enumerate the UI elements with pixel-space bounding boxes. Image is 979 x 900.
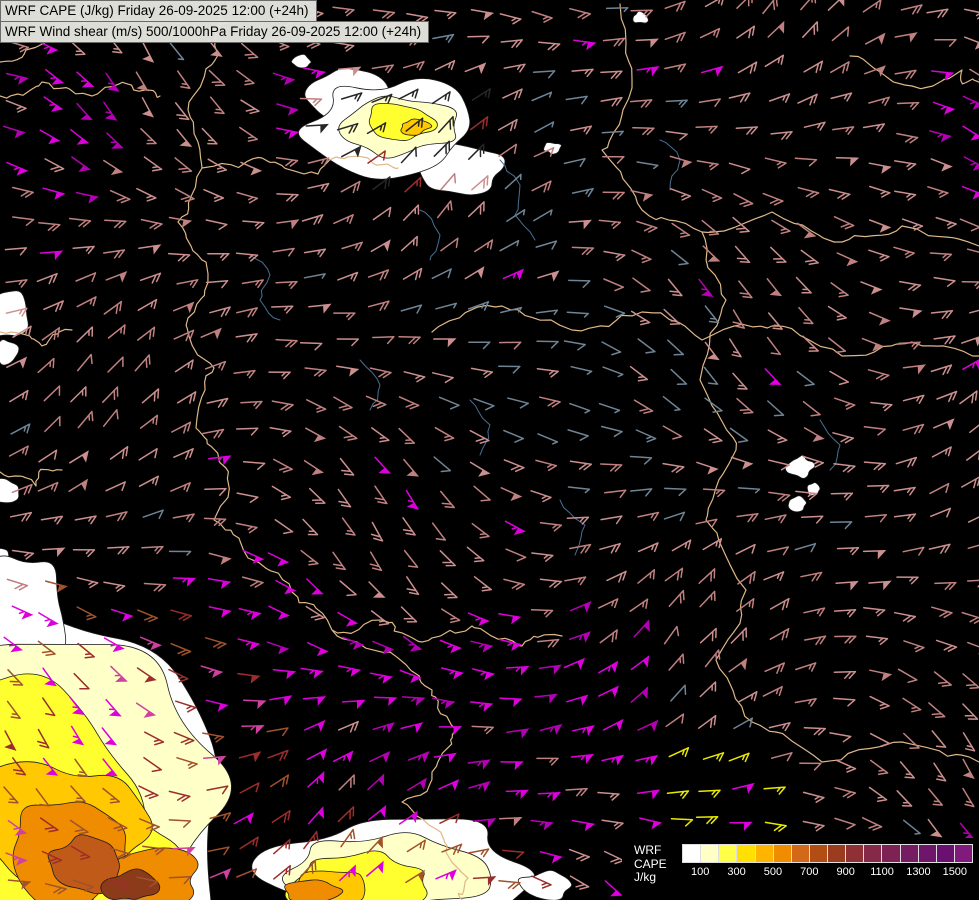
legend-tick-label: 100 bbox=[691, 866, 709, 878]
legend-tick-label: 1100 bbox=[870, 866, 894, 878]
legend-param-label: CAPE bbox=[634, 858, 672, 872]
legend-swatch bbox=[954, 844, 973, 863]
legend-tick-label: 700 bbox=[800, 866, 818, 878]
legend-swatch bbox=[755, 844, 774, 863]
legend-colorbar bbox=[682, 844, 973, 863]
legend-swatch bbox=[773, 844, 792, 863]
cape-legend: WRF CAPE J/kg 100 300 500 700 900 1100 1300 150… bbox=[622, 838, 979, 900]
legend-swatch bbox=[900, 844, 919, 863]
legend-swatch bbox=[718, 844, 737, 863]
legend-tick-label: 1500 bbox=[943, 866, 967, 878]
legend-swatch bbox=[700, 844, 719, 863]
legend-swatch bbox=[918, 844, 937, 863]
legend-unit-label: J/kg bbox=[634, 871, 672, 885]
legend-model-label: WRF bbox=[634, 844, 672, 858]
legend-swatch bbox=[827, 844, 846, 863]
weather-map-stage: WRF CAPE (J/kg) Friday 26-09-2025 12:00 … bbox=[0, 0, 979, 900]
legend-swatch bbox=[736, 844, 755, 863]
legend-tick-label: 1300 bbox=[906, 866, 930, 878]
legend-swatch bbox=[682, 844, 701, 863]
legend-tick-label: 300 bbox=[727, 866, 745, 878]
legend-swatch bbox=[809, 844, 828, 863]
legend-swatch bbox=[936, 844, 955, 863]
legend-tick-label: 500 bbox=[764, 866, 782, 878]
legend-colorbar-wrap: 100 300 500 700 900 1100 1300 1500 bbox=[682, 841, 973, 898]
legend-swatch bbox=[863, 844, 882, 863]
map-title-shear: WRF Wind shear (m/s) 500/1000hPa Friday … bbox=[0, 21, 429, 43]
weather-map-canvas bbox=[0, 0, 979, 900]
legend-swatch bbox=[791, 844, 810, 863]
legend-labels: WRF CAPE J/kg bbox=[634, 841, 672, 898]
legend-swatch bbox=[881, 844, 900, 863]
legend-swatch bbox=[845, 844, 864, 863]
map-title-cape: WRF CAPE (J/kg) Friday 26-09-2025 12:00 … bbox=[0, 0, 317, 22]
legend-tick-label: 900 bbox=[837, 866, 855, 878]
legend-tick-row: 100 300 500 700 900 1100 1300 1500 bbox=[682, 863, 973, 879]
map-title-block: WRF CAPE (J/kg) Friday 26-09-2025 12:00 … bbox=[0, 0, 429, 43]
